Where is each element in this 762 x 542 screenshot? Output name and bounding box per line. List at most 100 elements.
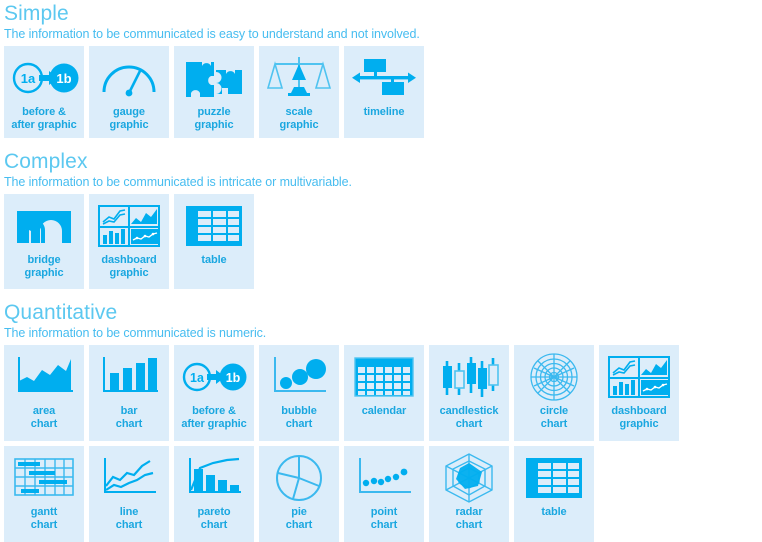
caption-line-1: circle xyxy=(539,405,569,417)
circle-chart-icon xyxy=(518,351,590,403)
tile-caption: table xyxy=(201,254,226,267)
gauge-graphic-icon xyxy=(93,52,165,104)
tile-line-chart[interactable]: line chart xyxy=(89,446,169,542)
tile-gauge-graphic[interactable]: gauge graphic xyxy=(89,46,169,138)
caption-line-1: bubble xyxy=(281,405,317,417)
caption-line-2: after graphic xyxy=(11,118,77,131)
caption-line-2: graphic xyxy=(24,266,64,279)
tile-grid-quantitative: area chart bar chart 1a 1b before & afte… xyxy=(0,341,754,542)
before-after-graphic-icon: 1a 1b xyxy=(8,52,80,104)
svg-text:1b: 1b xyxy=(226,371,241,385)
tile-caption: puzzle graphic xyxy=(194,106,233,131)
before-after-graphic-icon: 1a 1b xyxy=(178,351,250,403)
caption-line-1: table xyxy=(541,506,567,518)
radar-chart-icon xyxy=(433,452,505,504)
line-chart-icon xyxy=(93,452,165,504)
tile-area-chart[interactable]: area chart xyxy=(4,345,84,441)
caption-line-1: scale xyxy=(285,106,313,118)
tile-bar-chart[interactable]: bar chart xyxy=(89,345,169,441)
caption-line-1: candlestick xyxy=(439,405,499,417)
section-title: Complex xyxy=(4,150,88,173)
caption-line-1: timeline xyxy=(363,106,405,118)
tile-bubble-chart[interactable]: bubble chart xyxy=(259,345,339,441)
tile-caption: dashboard graphic xyxy=(101,254,156,279)
tile-scale-graphic[interactable]: scale graphic xyxy=(259,46,339,138)
tile-pie-chart[interactable]: pie chart xyxy=(259,446,339,542)
caption-line-2: chart xyxy=(540,417,568,430)
tile-caption: pareto chart xyxy=(197,506,230,531)
tile-caption: timeline xyxy=(364,106,405,119)
tile-caption: pie chart xyxy=(285,506,313,531)
tile-before-after-graphic[interactable]: 1a 1b before & after graphic xyxy=(4,46,84,138)
tile-table[interactable]: table xyxy=(174,194,254,289)
tile-radar-chart[interactable]: radar chart xyxy=(429,446,509,542)
caption-line-1: pie xyxy=(291,506,307,518)
tile-circle-chart[interactable]: circle chart xyxy=(514,345,594,441)
caption-line-2: chart xyxy=(455,417,483,430)
section-header-quantitative: Quantitative The information to be commu… xyxy=(0,301,762,341)
caption-line-2: graphic xyxy=(109,266,149,279)
caption-line-2: chart xyxy=(285,417,313,430)
tile-before-after-graphic[interactable]: 1a 1b before & after graphic xyxy=(174,345,254,441)
caption-line-2: graphic xyxy=(279,118,319,131)
caption-line-1: table xyxy=(201,254,227,266)
tile-point-chart[interactable]: point chart xyxy=(344,446,424,542)
timeline-icon xyxy=(348,52,420,104)
bar-chart-icon xyxy=(93,351,165,403)
dashboard-graphic-icon xyxy=(93,200,165,252)
caption-line-1: puzzle xyxy=(197,106,231,118)
caption-line-2: chart xyxy=(285,518,313,531)
tile-candlestick-chart[interactable]: candlestick chart xyxy=(429,345,509,441)
section-title: Simple xyxy=(4,2,69,25)
table-icon xyxy=(518,452,590,504)
caption-line-1: area xyxy=(32,405,56,417)
caption-line-2: chart xyxy=(200,518,228,531)
tile-caption: circle chart xyxy=(540,405,568,430)
tile-caption: before & after graphic xyxy=(11,106,76,131)
tile-timeline[interactable]: timeline xyxy=(344,46,424,138)
tile-dashboard-graphic[interactable]: dashboard graphic xyxy=(599,345,679,441)
caption-line-2: chart xyxy=(370,518,398,531)
caption-line-2: chart xyxy=(455,518,483,531)
caption-line-2: chart xyxy=(115,518,143,531)
section-subtitle: The information to be communicated is in… xyxy=(4,175,352,189)
caption-line-1: point xyxy=(370,506,398,518)
caption-line-1: radar xyxy=(455,506,483,518)
section-subtitle: The information to be communicated is nu… xyxy=(4,326,267,340)
infographic-page: Simple The information to be communicate… xyxy=(0,2,762,542)
tile-dashboard-graphic[interactable]: dashboard graphic xyxy=(89,194,169,289)
caption-line-1: bar xyxy=(120,405,138,417)
tile-puzzle-graphic[interactable]: puzzle graphic xyxy=(174,46,254,138)
caption-line-2: graphic xyxy=(109,118,149,131)
caption-line-1: dashboard xyxy=(611,405,667,417)
tile-caption: bubble chart xyxy=(281,405,317,430)
section-subtitle: The information to be communicated is ea… xyxy=(4,27,420,41)
tile-pareto-chart[interactable]: pareto chart xyxy=(174,446,254,542)
candlestick-chart-icon xyxy=(433,351,505,403)
caption-line-1: pareto xyxy=(197,506,231,518)
tile-caption: calendar xyxy=(362,405,407,418)
tile-bridge-graphic[interactable]: bridge graphic xyxy=(4,194,84,289)
tile-table[interactable]: table xyxy=(514,446,594,542)
caption-line-2: graphic xyxy=(194,118,234,131)
caption-line-1: gauge xyxy=(113,106,145,118)
tile-gantt-chart[interactable]: gantt chart xyxy=(4,446,84,542)
tile-calendar[interactable]: calendar xyxy=(344,345,424,441)
tile-caption: candlestick chart xyxy=(440,405,499,430)
caption-line-1: dashboard xyxy=(101,254,157,266)
tile-caption: dashboard graphic xyxy=(611,405,666,430)
gantt-chart-icon xyxy=(8,452,80,504)
tile-caption: radar chart xyxy=(455,506,482,531)
tile-caption: bar chart xyxy=(116,405,143,430)
pareto-chart-icon xyxy=(178,452,250,504)
bridge-graphic-icon xyxy=(8,200,80,252)
tile-caption: bridge graphic xyxy=(24,254,63,279)
tile-caption: area chart xyxy=(31,405,58,430)
caption-line-1: gantt xyxy=(30,506,58,518)
pie-chart-icon xyxy=(263,452,335,504)
caption-line-1: line xyxy=(119,506,139,518)
table-icon xyxy=(178,200,250,252)
svg-text:1a: 1a xyxy=(190,371,205,385)
section-header-simple: Simple The information to be communicate… xyxy=(0,2,762,42)
tile-caption: gantt chart xyxy=(30,506,58,531)
